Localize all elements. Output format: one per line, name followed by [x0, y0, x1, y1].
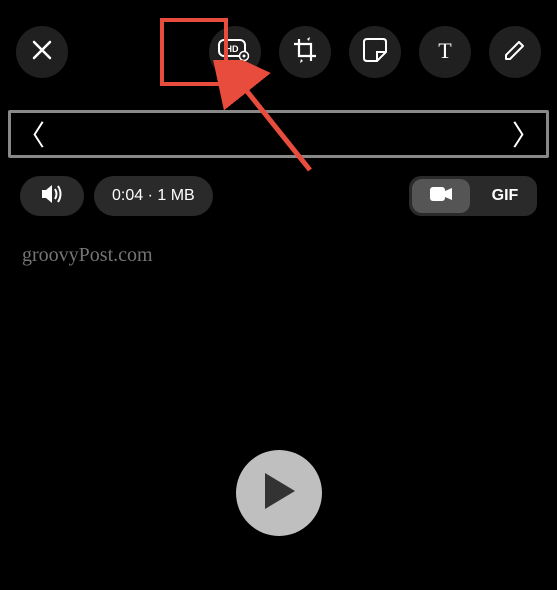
text-icon: T: [433, 38, 457, 67]
svg-text:T: T: [438, 38, 452, 62]
draw-button[interactable]: [489, 26, 541, 78]
format-gif-button[interactable]: GIF: [473, 176, 537, 216]
crop-rotate-button[interactable]: [279, 26, 331, 78]
trim-handle-left[interactable]: 〈: [17, 114, 45, 154]
watermark-text: groovyPost.com: [0, 216, 557, 267]
mute-button[interactable]: [20, 176, 84, 216]
trim-handle-right[interactable]: 〉: [512, 114, 540, 154]
editor-toolbar: HD T: [0, 0, 557, 78]
video-info-row: 0:04 · 1 MB GIF: [0, 158, 557, 216]
pencil-icon: [503, 38, 527, 67]
duration-size-label: 0:04 · 1 MB: [94, 176, 213, 216]
video-camera-icon: [429, 186, 453, 207]
video-trim-timeline[interactable]: 〈 〉: [8, 110, 549, 158]
svg-text:HD: HD: [226, 44, 239, 54]
sticker-button[interactable]: [349, 26, 401, 78]
text-button[interactable]: T: [419, 26, 471, 78]
format-video-button[interactable]: [412, 179, 470, 213]
hd-quality-button[interactable]: HD: [209, 26, 261, 78]
crop-rotate-icon: [292, 37, 318, 68]
close-button[interactable]: [16, 26, 68, 78]
speaker-icon: [40, 184, 64, 209]
hd-icon: HD: [218, 38, 252, 67]
play-icon: [261, 471, 297, 516]
sticker-icon: [362, 37, 388, 68]
play-button[interactable]: [236, 450, 322, 536]
close-icon: [31, 39, 53, 66]
format-toggle[interactable]: GIF: [409, 176, 537, 216]
